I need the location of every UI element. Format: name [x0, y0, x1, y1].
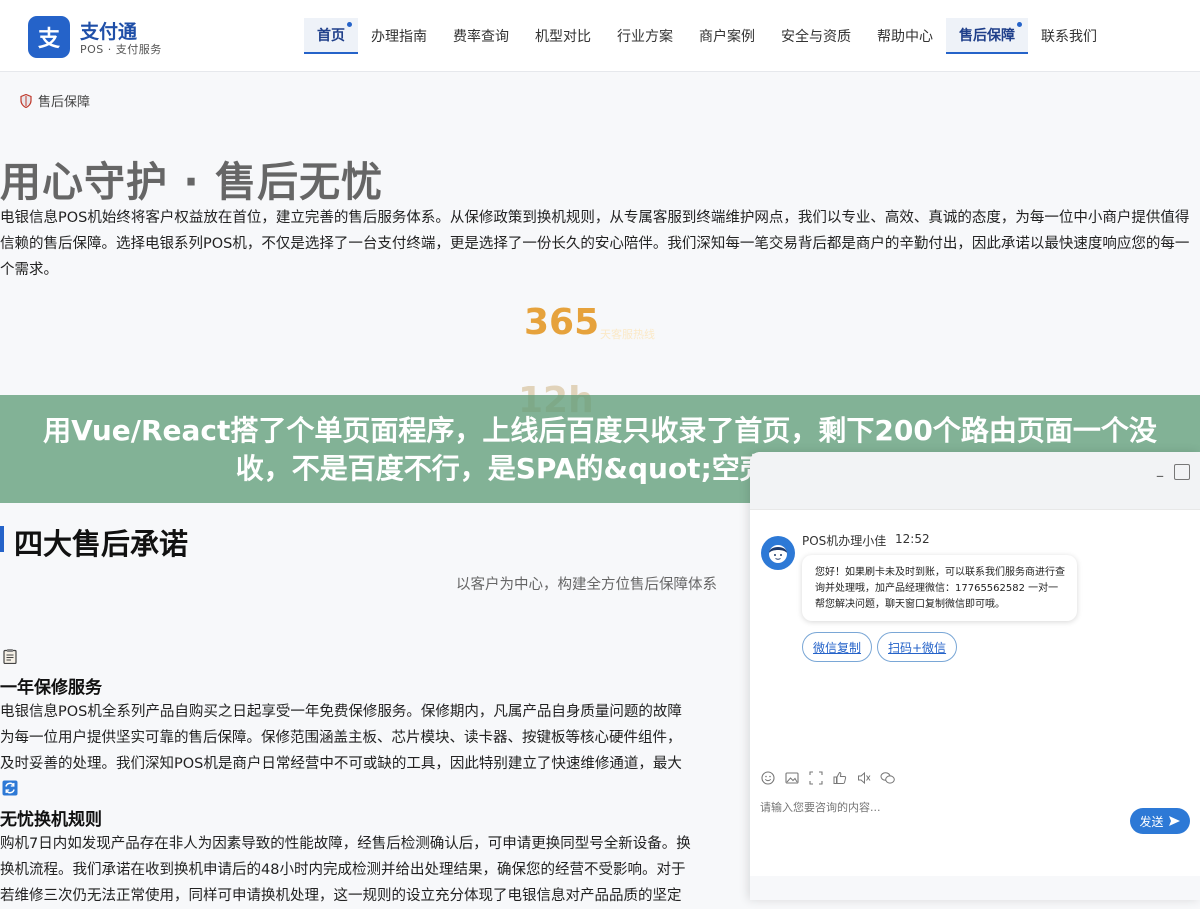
message-time: 12:52: [895, 532, 930, 546]
minimize-button[interactable]: –: [1156, 466, 1164, 485]
stat-value: 365: [524, 302, 600, 343]
stat-label: 天客服热线: [600, 328, 655, 341]
nav-item-contact[interactable]: 联系我们: [1028, 18, 1110, 54]
nav-label: 商户案例: [699, 29, 755, 45]
section-title: 四大售后承诺: [14, 527, 189, 561]
nav-item-industry[interactable]: 行业方案: [604, 18, 686, 54]
hero-title: 用心守护 · 售后无忧: [0, 158, 384, 206]
nav-label: 办理指南: [371, 29, 427, 45]
agent-avatar: [761, 536, 795, 570]
nav-item-security[interactable]: 安全与资质: [768, 18, 864, 54]
like-icon[interactable]: [832, 770, 847, 785]
agent-face-icon: [769, 545, 787, 563]
shield-icon: [20, 93, 32, 108]
chat-widget: – POS机办理小佳 12:52 您好！如果刷卡未及时到账，可以联系我们服务商进…: [750, 452, 1200, 900]
close-icon[interactable]: [1174, 464, 1190, 480]
copy-wechat-button[interactable]: 微信复制: [802, 632, 873, 662]
send-icon: [1168, 816, 1180, 826]
chat-header: –: [750, 452, 1200, 510]
active-dot: [347, 22, 352, 27]
section-accent-bar: [0, 526, 4, 552]
nav-label: 帮助中心: [877, 29, 933, 45]
send-button[interactable]: 发送: [1130, 808, 1190, 834]
item-text: 若维修三次仍无法正常使用，同样可申请换机处理，这一规则的设立充分体现了电银信息对…: [0, 888, 682, 904]
brand-logo[interactable]: 支: [28, 16, 70, 58]
hero-description: 电银信息POS机始终将客户权益放在首位，建立完善的售后服务体系。从保修政策到换机…: [0, 210, 1190, 278]
nav-label: 首页: [317, 28, 345, 44]
send-label: 发送: [1139, 814, 1164, 829]
active-dot: [1017, 22, 1022, 27]
nav-item-after-sales[interactable]: 售后保障: [946, 18, 1028, 54]
chat-toolbar: [760, 770, 895, 785]
nav-item-cases[interactable]: 商户案例: [686, 18, 768, 54]
agent-name: POS机办理小佳: [802, 534, 887, 548]
brand-subtitle: POS · 支付服务: [80, 43, 162, 56]
clipboard-icon: [3, 649, 17, 664]
breadcrumb-label[interactable]: 售后保障: [38, 91, 90, 110]
nav-label: 机型对比: [535, 29, 591, 45]
item-text: 电银信息POS机全系列产品自购买之日起享受一年免费保修服务。保修期内，凡属产品自…: [0, 704, 682, 720]
nav-label: 行业方案: [617, 29, 673, 45]
nav-item-home[interactable]: 首页: [304, 18, 358, 54]
brand-name[interactable]: 支付通: [80, 17, 137, 44]
nav-item-rates[interactable]: 费率查询: [440, 18, 522, 54]
breadcrumb: 售后保障: [20, 91, 90, 110]
item-title: 无忧换机规则: [0, 810, 102, 830]
emoji-icon[interactable]: [760, 770, 775, 785]
nav-label: 售后保障: [959, 28, 1015, 44]
chat-icon[interactable]: [880, 770, 895, 785]
item-text: 为每一位用户提供坚实可靠的售后保障。保修范围涵盖主板、芯片模块、读卡器、按键板等…: [0, 730, 682, 746]
item-text: 及时妥善的处理。我们深知POS机是商户日常经营中不可或缺的工具，因此特别建立了快…: [0, 756, 682, 772]
nav-label: 费率查询: [453, 29, 509, 45]
item-title: 一年保修服务: [0, 678, 102, 698]
sound-icon[interactable]: [856, 770, 871, 785]
image-icon[interactable]: [784, 770, 799, 785]
item-text: 换机流程。我们承诺在收到换机申请后的48小时内完成检测并给出处理结果，确保您的经…: [0, 862, 686, 878]
nav-label: 联系我们: [1041, 29, 1097, 45]
main-nav: 首页 办理指南 费率查询 机型对比 行业方案 商户案例 安全与资质 帮助中心 售…: [304, 18, 1110, 54]
swap-icon: [2, 780, 18, 796]
chat-input[interactable]: [760, 801, 1120, 814]
nav-item-compare[interactable]: 机型对比: [522, 18, 604, 54]
item-text: 购机7日内如发现产品存在非人为因素导致的性能故障，经售后检测确认后，可申请更换同…: [0, 836, 691, 852]
nav-item-guide[interactable]: 办理指南: [358, 18, 440, 54]
section-subtitle: 以客户为中心，构建全方位售后保障体系: [456, 577, 717, 593]
nav-label: 安全与资质: [781, 29, 851, 45]
scan-wechat-button[interactable]: 扫码+微信: [877, 632, 958, 662]
nav-item-help[interactable]: 帮助中心: [864, 18, 946, 54]
chat-footer: [750, 876, 1200, 900]
message-bubble: 您好！如果刷卡未及时到账，可以联系我们服务商进行查询并处理哦，加产品经理微信：1…: [802, 555, 1077, 621]
top-header: 支 支付通 POS · 支付服务 首页 办理指南 费率查询 机型对比 行业方案 …: [0, 0, 1200, 72]
screenshot-icon[interactable]: [808, 770, 823, 785]
